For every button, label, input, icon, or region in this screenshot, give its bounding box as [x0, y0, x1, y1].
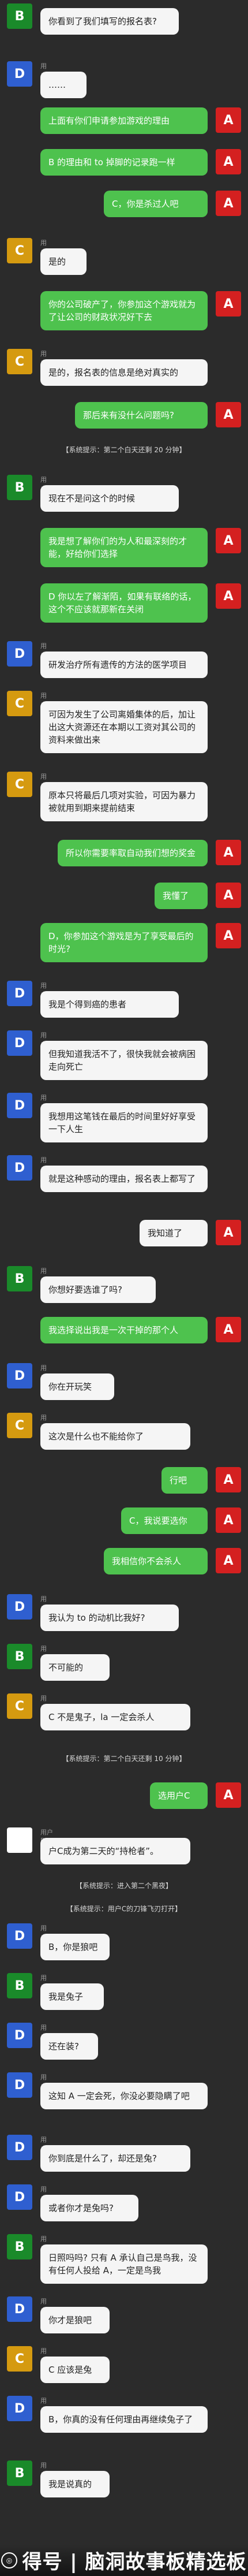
avatar-user-d[interactable]: D [7, 1594, 32, 1620]
avatar-user-a[interactable]: A [216, 583, 241, 609]
message-bubble: 就是这种感动的理由，报名表上都写了 [40, 1166, 208, 1192]
avatar-user-d[interactable]: D [7, 61, 32, 87]
avatar-user-b[interactable]: B [7, 1266, 32, 1291]
message-bubble: 所以你需要率取自动我们想的奖金 [58, 840, 208, 866]
avatar-user-d[interactable]: D [7, 2023, 32, 2048]
avatar-user-a[interactable]: A [216, 840, 241, 865]
avatar-user-a[interactable]: A [216, 107, 241, 133]
avatar-user-d[interactable]: D [7, 2072, 32, 2098]
avatar-user-a[interactable]: A [216, 1317, 241, 1342]
message-bubble: 我是兔子 [40, 1983, 104, 2010]
message-bubble: B，你是狼吧 [40, 1934, 110, 1960]
avatar-user-a[interactable]: A [216, 1507, 241, 1533]
watermark: ◎ 得号 | 脑洞故事板精选板 [0, 2544, 248, 2576]
avatar-user-d[interactable]: D [7, 2184, 32, 2210]
message-bubble: 我认为 to 的动机比我好? [40, 1605, 179, 1631]
avatar-user-d[interactable]: D [7, 1923, 32, 1949]
avatar-user-c[interactable]: C [7, 349, 32, 374]
message-bubble: B 的理由和 to 掉脚的记录跑一样 [40, 149, 208, 176]
message-bubble: 你想好要选谁了吗? [40, 1276, 156, 1303]
avatar-user-a[interactable]: A [216, 1782, 241, 1808]
avatar-user-a[interactable]: A [216, 1220, 241, 1245]
avatar-user-a[interactable]: A [216, 149, 241, 174]
avatar-user-b[interactable]: B [7, 1644, 32, 1669]
avatar-user-c[interactable]: C [7, 1413, 32, 1438]
message-bubble: 还在装? [40, 2033, 98, 2060]
avatar-user-d[interactable]: D [7, 2396, 32, 2421]
message-bubble: 我是个得到癌的患者 [40, 991, 179, 1018]
message-bubble: C，我说要选你 [121, 1507, 208, 1534]
message-bubble: D 你以左了解渐陌，如果有联络的话，这个不应该就那新在关闭 [40, 583, 208, 623]
message-bubble: 日照吗吗? 只有 A 承认自己是鸟我，没有任何人投给 A，一定是鸟我 [40, 2244, 208, 2284]
message-bubble: 研发治疗所有遗传的方法的医学项目 [40, 652, 208, 678]
message-bubble: 不可能的 [40, 1654, 110, 1681]
avatar-user-c[interactable]: C [7, 238, 32, 263]
avatar-user-c[interactable]: C [7, 772, 32, 797]
message-bubble: 我相信你不会杀人 [104, 1548, 208, 1574]
avatar-user-d[interactable]: D [7, 1030, 32, 1056]
message-bubble: C，你是杀过人吧 [104, 191, 208, 217]
avatar-user-b[interactable]: B [7, 475, 32, 500]
avatar-user-a[interactable]: A [216, 402, 241, 427]
avatar-user-a[interactable]: A [216, 528, 241, 553]
message-bubble: 你在开玩笑 [40, 1373, 114, 1400]
message-bubble: B，你真的没有任何理由再继续兔子了 [40, 2406, 208, 2433]
message-bubble: 那后来有没什么问题吗? [75, 402, 208, 429]
message-bubble: 你到底是什么了，却还是兔? [40, 2145, 190, 2172]
message-bubble: 行吧 [161, 1467, 208, 1494]
system-notice: 【系统提示：第二个白天还剩 20 分钟】 [62, 446, 186, 454]
avatar-user-a[interactable]: A [216, 1467, 241, 1492]
system-notice: 【系统提示：第二个白天还剩 10 分钟】 [62, 1755, 186, 1763]
message-bubble: 你才是狼吧 [40, 2307, 110, 2333]
message-bubble: 我选择说出我是一次干掉的那个人 [40, 1317, 208, 1343]
message-bubble: 这知 A 一定会死，你没必要隐瞒了吧 [40, 2083, 208, 2109]
message-bubble: D，你参加这个游戏是为了享受最后的时光? [40, 923, 208, 962]
message-bubble: 户C成为第二天的“持枪者”。 [40, 1838, 190, 1864]
avatar-user-a[interactable]: A [216, 1548, 241, 1573]
message-bubble: 上面有你们申请参加游戏的理由 [40, 107, 208, 134]
message-bubble: 我是想了解你们的为人和最深刻的才能，好给你们选择 [40, 528, 208, 567]
avatar-user-a[interactable]: A [216, 883, 241, 908]
avatar-user-c[interactable]: C [7, 2346, 32, 2372]
system-notice: 【系统提示：进入第二个黑夜】 [75, 1882, 172, 1890]
message-bubble: 我想用这笔钱在最后的时间里好好享受一下人生 [40, 1103, 208, 1142]
message-bubble: 你看到了我们填写的报名表? [40, 8, 179, 35]
system-notice: 【系统提示：用户C的刀锋飞刃打开】 [66, 1905, 182, 1913]
message-bubble: 是的，报名表的信息是绝对真实的 [40, 359, 208, 386]
avatar-user-d[interactable]: D [7, 1093, 32, 1118]
avatar-user-a[interactable]: A [216, 291, 241, 317]
message-bubble: 你的公司破产了，你参加这个游戏就为了让公司的财政状况好下去 [40, 291, 208, 330]
avatar-blank[interactable] [7, 1827, 32, 1853]
avatar-user-d[interactable]: D [7, 2135, 32, 2160]
avatar-user-b[interactable]: B [7, 3, 32, 29]
avatar-user-d[interactable]: D [7, 1363, 32, 1388]
message-bubble: 我懂了 [155, 883, 208, 909]
avatar-user-a[interactable]: A [216, 923, 241, 948]
avatar-user-d[interactable]: D [7, 2296, 32, 2322]
message-bubble: 我是说真的 [40, 2471, 110, 2497]
watermark-text: 得号 | 脑洞故事板精选板 [22, 2551, 247, 2574]
message-bubble: 原本只将最后几项对实验，可因为暴力被就用到期来提前结束 [40, 782, 208, 821]
message-bubble: C 不是鬼子，la 一定会杀人 [40, 1704, 190, 1730]
message-bubble: 这次是什么也不能给你了 [40, 1423, 190, 1450]
message-bubble: 选用户C [150, 1782, 208, 1809]
avatar-user-c[interactable]: C [7, 1693, 32, 1719]
avatar-user-d[interactable]: D [7, 1155, 32, 1181]
message-bubble: C 应该是兔 [40, 2357, 110, 2383]
avatar-user-a[interactable]: A [216, 191, 241, 216]
message-bubble: 或者你才是兔吗? [40, 2195, 138, 2221]
message-bubble: …… [40, 72, 87, 98]
avatar-user-c[interactable]: C [7, 691, 32, 716]
message-bubble: 但我知道我活不了，很快我就会被病困走向死亡 [40, 1041, 208, 1080]
message-bubble: 现在不是问这个的时候 [40, 485, 179, 512]
avatar-user-d[interactable]: D [7, 981, 32, 1006]
avatar-user-b[interactable]: B [7, 1973, 32, 1998]
message-bubble: 可因为发生了公司离婚集体的后，加让出这大资源还在本期以工资对其公司的资料来做出来 [40, 701, 208, 753]
message-bubble: 是的 [40, 248, 87, 275]
message-bubble: 我知道了 [140, 1220, 208, 1246]
logo-icon: ◎ [1, 2552, 18, 2568]
avatar-user-b[interactable]: B [7, 2234, 32, 2259]
avatar-user-d[interactable]: D [7, 641, 32, 667]
avatar-user-b[interactable]: B [7, 2460, 32, 2486]
